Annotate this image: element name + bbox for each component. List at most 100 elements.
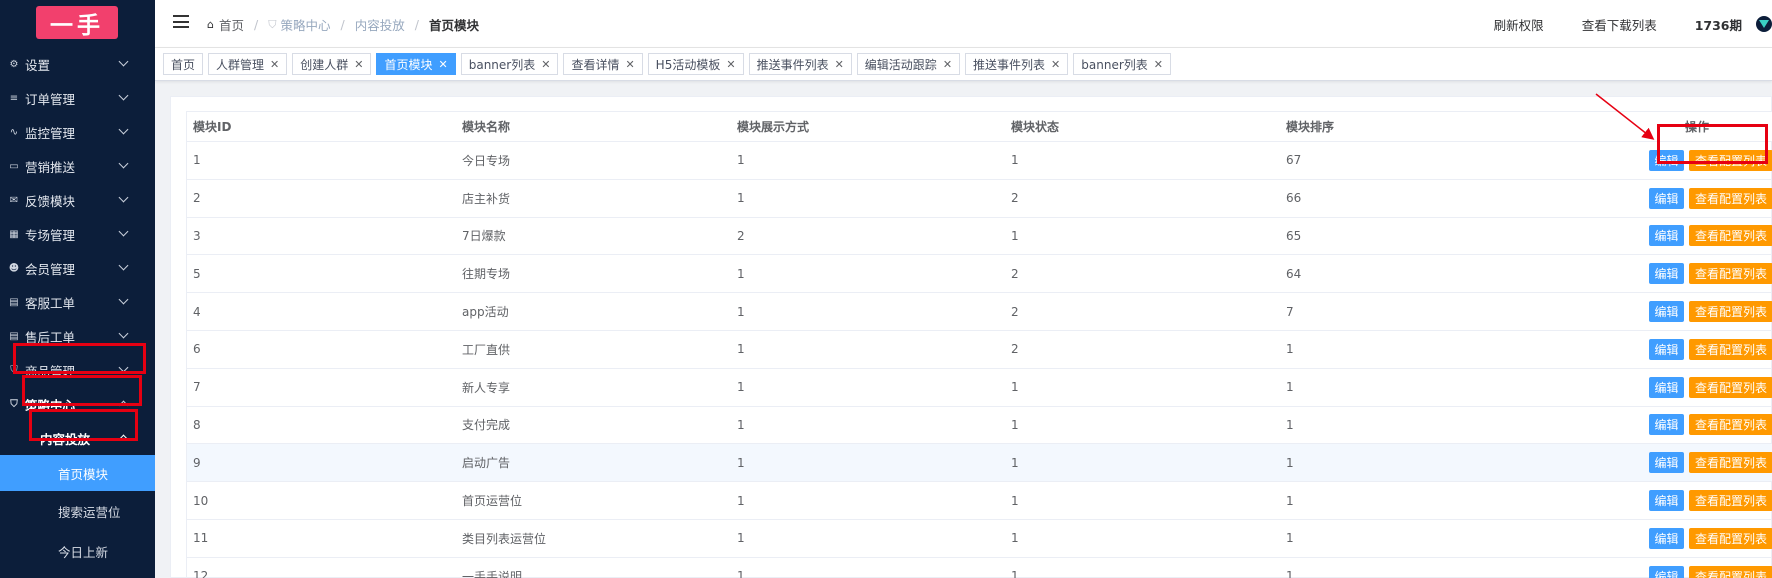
tag-label: 推送事件列表 — [756, 57, 829, 72]
view-config-list-button[interactable]: 查看配置列表 — [1689, 301, 1772, 323]
close-icon[interactable]: ✕ — [270, 58, 279, 71]
breadcrumb-separator: / — [414, 17, 419, 32]
cell-id: 6 — [193, 342, 201, 357]
view-config-list-button[interactable]: 查看配置列表 — [1689, 187, 1772, 209]
logo[interactable]: 一手 — [36, 6, 118, 39]
avatar[interactable] — [1756, 16, 1772, 32]
sidebar-leaf-2[interactable]: 今日上新 — [0, 531, 155, 571]
close-icon[interactable]: ✕ — [439, 58, 448, 71]
leaf-label: 搜索运营位 — [58, 504, 121, 520]
tag-1[interactable]: 人群管理 ✕ — [208, 53, 288, 75]
cell-name: 类目列表运营位 — [462, 531, 547, 546]
edit-button[interactable]: 编辑 — [1649, 376, 1684, 398]
close-icon[interactable]: ✕ — [541, 58, 550, 71]
edit-button[interactable]: 编辑 — [1649, 149, 1684, 171]
sidebar-item-4[interactable]: ✉ 反馈模块 — [0, 183, 155, 217]
view-config-list-button[interactable]: 查看配置列表 — [1689, 263, 1772, 285]
sidebar-item-8[interactable]: ▤ 售后工单 — [0, 319, 155, 353]
sidebar-item-6[interactable]: ☻ 会员管理 — [0, 251, 155, 285]
breadcrumb-separator: / — [254, 17, 259, 32]
view-config-list-button[interactable]: 查看配置列表 — [1689, 527, 1772, 549]
edit-button[interactable]: 编辑 — [1649, 414, 1684, 436]
tag-7[interactable]: 推送事件列表 ✕ — [748, 53, 852, 75]
cell-status: 2 — [1011, 266, 1019, 281]
breadcrumb-home[interactable]: 首页 — [219, 15, 244, 34]
cell-id: 10 — [193, 493, 209, 508]
cell-name: 今日专场 — [462, 153, 511, 168]
tag-2[interactable]: 创建人群 ✕ — [292, 53, 372, 75]
table-row: 3 7日爆款 2 1 65 编辑 查看配置列表 — [187, 218, 1772, 256]
view-config-list-button[interactable]: 查看配置列表 — [1689, 565, 1772, 578]
cell-name: app活动 — [462, 305, 509, 320]
sidebar-leaf-1[interactable]: 搜索运营位 — [0, 491, 155, 531]
cell-sort: 1 — [1286, 342, 1294, 357]
sidebar-submenu-content-delivery[interactable]: 内容投放 — [0, 421, 155, 455]
close-icon[interactable]: ✕ — [1051, 58, 1060, 71]
close-icon[interactable]: ✕ — [354, 58, 363, 71]
view-config-list-button[interactable]: 查看配置列表 — [1689, 225, 1772, 247]
sidebar-item-7[interactable]: ▤ 客服工单 — [0, 285, 155, 319]
tag-6[interactable]: H5活动模板 ✕ — [647, 53, 744, 75]
tag-label: 首页模块 — [384, 57, 433, 72]
tag-3[interactable]: 首页模块 ✕ — [376, 53, 456, 75]
leaf-label: 今日上新 — [58, 544, 109, 560]
tag-label: 查看详情 — [571, 57, 620, 72]
sidebar-item-9[interactable]: ⛉ 商品管理 — [0, 353, 155, 387]
edit-button[interactable]: 编辑 — [1649, 263, 1684, 285]
tag-label: 首页 — [171, 57, 196, 72]
tags-view: 首页 人群管理 ✕ 创建人群 ✕ 首页模块 ✕ banner列表 ✕ 查看详情 … — [155, 48, 1772, 81]
edit-button[interactable]: 编辑 — [1649, 527, 1684, 549]
sidebar-item-2[interactable]: ∿ 监控管理 — [0, 115, 155, 149]
edit-button[interactable]: 编辑 — [1649, 225, 1684, 247]
sidebar-item-3[interactable]: ▭ 营销推送 — [0, 149, 155, 183]
cell-id: 5 — [193, 266, 201, 281]
edit-button[interactable]: 编辑 — [1649, 338, 1684, 360]
edit-button[interactable]: 编辑 — [1649, 565, 1684, 578]
hamburger-icon[interactable] — [173, 15, 189, 28]
module-table: 模块ID 模块名称 模块展示方式 模块状态 模块排序 操作 1 今日专场 1 1… — [186, 111, 1772, 578]
cell-name: 工厂直供 — [462, 342, 511, 357]
sidebar-leaf-0[interactable]: 首页模块 — [0, 455, 155, 491]
cell-actions: 编辑 查看配置列表 — [1561, 149, 1772, 171]
table-row: 2 店主补货 1 2 66 编辑 查看配置列表 — [187, 180, 1772, 218]
edit-button[interactable]: 编辑 — [1649, 187, 1684, 209]
close-icon[interactable]: ✕ — [726, 58, 735, 71]
view-config-list-button[interactable]: 查看配置列表 — [1689, 149, 1772, 171]
cell-sort: 1 — [1286, 417, 1294, 432]
cell-id: 11 — [193, 531, 209, 546]
edit-button[interactable]: 编辑 — [1649, 452, 1684, 474]
close-icon[interactable]: ✕ — [835, 58, 844, 71]
download-list-link[interactable]: 查看下载列表 — [1582, 15, 1657, 34]
tag-9[interactable]: 推送事件列表 ✕ — [965, 53, 1069, 75]
cell-id: 12 — [193, 569, 209, 578]
cell-actions: 编辑 查看配置列表 — [1561, 338, 1772, 360]
close-icon[interactable]: ✕ — [1154, 58, 1163, 71]
tag-4[interactable]: banner列表 ✕ — [460, 53, 559, 75]
tag-10[interactable]: banner列表 ✕ — [1073, 53, 1171, 75]
tag-label: H5活动模板 — [655, 57, 721, 72]
view-config-list-button[interactable]: 查看配置列表 — [1689, 376, 1772, 398]
cell-id: 2 — [193, 191, 201, 206]
submenu-label: 内容投放 — [40, 431, 91, 447]
tag-0[interactable]: 首页 — [163, 53, 204, 75]
sidebar-item-5[interactable]: ▦ 专场管理 — [0, 217, 155, 251]
close-icon[interactable]: ✕ — [943, 58, 952, 71]
close-icon[interactable]: ✕ — [625, 58, 634, 71]
table-row: 4 app活动 1 2 7 编辑 查看配置列表 — [187, 293, 1772, 331]
view-config-list-button[interactable]: 查看配置列表 — [1689, 414, 1772, 436]
edit-button[interactable]: 编辑 — [1649, 490, 1684, 512]
sidebar-item-strategy-center[interactable]: ⛉ 策略中心 — [0, 387, 155, 421]
tag-5[interactable]: 查看详情 ✕ — [563, 53, 643, 75]
logo-text: 一手 — [50, 11, 104, 39]
chevron-down-icon — [118, 158, 129, 169]
sidebar-item-1[interactable]: ≡ 订单管理 — [0, 81, 155, 115]
view-config-list-button[interactable]: 查看配置列表 — [1689, 338, 1772, 360]
view-config-list-button[interactable]: 查看配置列表 — [1689, 490, 1772, 512]
refresh-permission-link[interactable]: 刷新权限 — [1494, 15, 1544, 34]
edit-button[interactable]: 编辑 — [1649, 301, 1684, 323]
tag-8[interactable]: 编辑活动跟踪 ✕ — [856, 53, 961, 75]
view-config-list-button[interactable]: 查看配置列表 — [1689, 452, 1772, 474]
cell-display: 1 — [737, 304, 745, 319]
table-row: 12 一手手说明 1 1 1 编辑 查看配置列表 — [187, 558, 1772, 578]
sidebar-item-0[interactable]: ⚙ 设置 — [0, 47, 155, 81]
